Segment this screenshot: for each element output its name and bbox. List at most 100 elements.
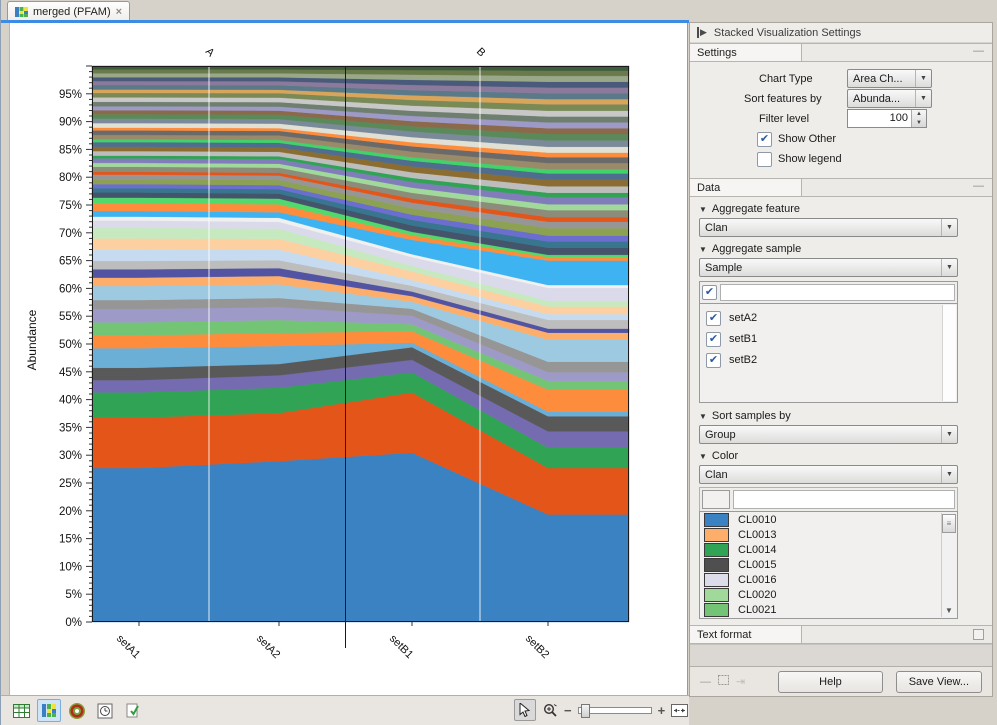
section-header-data[interactable]: Data — <box>690 178 992 197</box>
chevron-down-icon[interactable]: ▼ <box>941 426 957 443</box>
sample-filter-input[interactable] <box>720 284 955 301</box>
clan-label: CL0016 <box>738 574 777 586</box>
sample-row[interactable]: ✔ setA2 <box>700 304 957 325</box>
sample-list: ✔ setA2 ✔ setB1 ✔ setB2 <box>699 303 958 403</box>
collapse-triangle-icon[interactable]: ▼ <box>699 245 707 254</box>
stacked-area-chart[interactable]: CL0010other-01CL0014other-02CL0015other-… <box>92 66 629 622</box>
aggregate-feature-group[interactable]: ▼ Aggregate feature <box>699 201 958 217</box>
minimize-panel-icon[interactable]: — <box>700 676 711 688</box>
sort-samples-group[interactable]: ▼ Sort samples by <box>699 408 958 424</box>
sample-checkbox[interactable]: ✔ <box>706 311 721 326</box>
clan-row[interactable]: CL0021 <box>700 602 957 617</box>
section-minimize-icon[interactable]: — <box>973 180 984 192</box>
section-restore-icon[interactable] <box>973 629 984 640</box>
show-legend-checkbox[interactable] <box>757 152 772 167</box>
clan-color-swatch[interactable] <box>704 528 729 542</box>
clan-color-swatch[interactable] <box>704 588 729 602</box>
scrollbar-thumb[interactable]: ≡ <box>942 514 956 533</box>
chevron-down-icon[interactable]: ▼ <box>915 90 931 107</box>
help-button[interactable]: Help <box>778 671 883 693</box>
chart-type-dropdown[interactable]: Area Ch... ▼ <box>847 69 932 88</box>
color-group[interactable]: ▼ Color <box>699 448 958 464</box>
chevron-down-icon[interactable]: ▼ <box>941 466 957 483</box>
settings-section: Chart Type Area Ch... ▼ Sort features by… <box>690 62 992 178</box>
clan-color-swatch[interactable] <box>704 558 729 572</box>
scroll-down-icon[interactable]: ▼ <box>945 606 953 615</box>
zoom-slider-thumb[interactable] <box>581 704 590 718</box>
clan-label: CL0013 <box>738 529 777 541</box>
stacked-chart-view-icon[interactable] <box>37 699 61 722</box>
sort-samples-dropdown[interactable]: Group ▼ <box>699 425 958 444</box>
y-tick-label: 85% <box>59 144 82 156</box>
collapse-triangle-icon[interactable]: ▼ <box>699 412 707 421</box>
history-view-icon[interactable] <box>93 699 117 722</box>
clan-color-swatch[interactable] <box>704 573 729 587</box>
show-other-label: Show Other <box>778 133 836 145</box>
blank-color-swatch[interactable] <box>702 490 730 509</box>
collapse-triangle-icon[interactable]: ▼ <box>699 452 707 461</box>
save-view-button[interactable]: Save View... <box>896 671 982 693</box>
table-view-icon[interactable] <box>9 699 33 722</box>
collapse-triangle-icon[interactable]: ▼ <box>699 205 707 214</box>
view-switcher <box>9 699 145 722</box>
zoom-in-tool-icon[interactable] <box>540 700 560 720</box>
side-panel-title: Stacked Visualization Settings <box>714 27 861 39</box>
clan-row[interactable]: CL0014 <box>700 542 957 557</box>
aggregate-feature-dropdown[interactable]: Clan ▼ <box>699 218 958 237</box>
section-tab-settings[interactable]: Settings <box>690 44 802 61</box>
sample-checkbox[interactable]: ✔ <box>706 332 721 347</box>
zoom-slider[interactable] <box>578 707 652 714</box>
aggregate-sample-group[interactable]: ▼ Aggregate sample <box>699 241 958 257</box>
sample-filter-row: ✔ <box>699 281 958 303</box>
color-filter-input[interactable] <box>733 490 955 509</box>
tab-merged-pfam[interactable]: merged (PFAM) × <box>7 1 130 21</box>
tab-close-icon[interactable]: × <box>116 6 122 18</box>
collapse-panel-icon[interactable]: ▶ <box>697 27 707 38</box>
select-all-samples-checkbox[interactable]: ✔ <box>702 285 717 300</box>
sample-checkbox[interactable]: ✔ <box>706 353 721 368</box>
color-dropdown[interactable]: Clan ▼ <box>699 465 958 484</box>
zoom-in-icon[interactable]: + <box>658 703 666 718</box>
side-panel-footer: — ⇥ Help Save View... <box>690 666 992 696</box>
sample-row[interactable]: ✔ setB2 <box>700 346 957 367</box>
chevron-down-icon[interactable]: ▼ <box>915 70 931 87</box>
zoom-out-icon[interactable]: − <box>564 703 572 718</box>
y-tick-label: 95% <box>59 89 82 101</box>
sample-list-scrollbar[interactable] <box>942 305 956 401</box>
y-tick-label: 20% <box>59 506 82 518</box>
filter-level-value[interactable]: 100 <box>848 110 911 127</box>
aggregate-sample-dropdown[interactable]: Sample ▼ <box>699 258 958 277</box>
spinner-arrows[interactable]: ▲▼ <box>911 110 926 127</box>
side-panel-header[interactable]: ▶ Stacked Visualization Settings <box>690 23 992 43</box>
sunburst-view-icon[interactable] <box>65 699 89 722</box>
section-header-text-format[interactable]: Text format <box>690 625 992 644</box>
clan-label: CL0010 <box>738 514 777 526</box>
section-header-settings[interactable]: Settings — <box>690 43 992 62</box>
show-legend-label: Show legend <box>778 153 842 165</box>
clan-row[interactable]: CL0020 <box>700 587 957 602</box>
element-info-view-icon[interactable] <box>121 699 145 722</box>
section-tab-text-format[interactable]: Text format <box>690 626 802 643</box>
clan-row[interactable]: CL0010 <box>700 512 957 527</box>
clan-row[interactable]: CL0016 <box>700 572 957 587</box>
filter-level-spinner[interactable]: 100 ▲▼ <box>847 109 927 128</box>
section-minimize-icon[interactable]: — <box>973 45 984 57</box>
chevron-down-icon[interactable]: ▼ <box>941 219 957 236</box>
clan-color-swatch[interactable] <box>704 603 729 617</box>
sort-features-dropdown[interactable]: Abunda... ▼ <box>847 89 932 108</box>
chart-editor-area: Abundance CL0010other-01CL0014other-02CL… <box>9 23 688 695</box>
clan-color-swatch[interactable] <box>704 513 729 527</box>
fit-width-icon[interactable] <box>669 700 689 720</box>
selection-cursor-icon[interactable] <box>514 699 536 721</box>
float-panel-icon[interactable] <box>718 675 729 688</box>
clan-row[interactable]: CL0015 <box>700 557 957 572</box>
editor-tab-bar: merged (PFAM) × <box>1 0 689 21</box>
clan-row[interactable]: CL0013 <box>700 527 957 542</box>
chevron-down-icon[interactable]: ▼ <box>941 259 957 276</box>
sample-row[interactable]: ✔ setB1 <box>700 325 957 346</box>
show-other-checkbox[interactable]: ✔ <box>757 132 772 147</box>
dock-panel-icon[interactable]: ⇥ <box>736 675 745 688</box>
clan-list-scrollbar[interactable]: ≡ ▼ <box>941 513 956 617</box>
clan-color-swatch[interactable] <box>704 543 729 557</box>
section-tab-data[interactable]: Data <box>690 179 802 196</box>
